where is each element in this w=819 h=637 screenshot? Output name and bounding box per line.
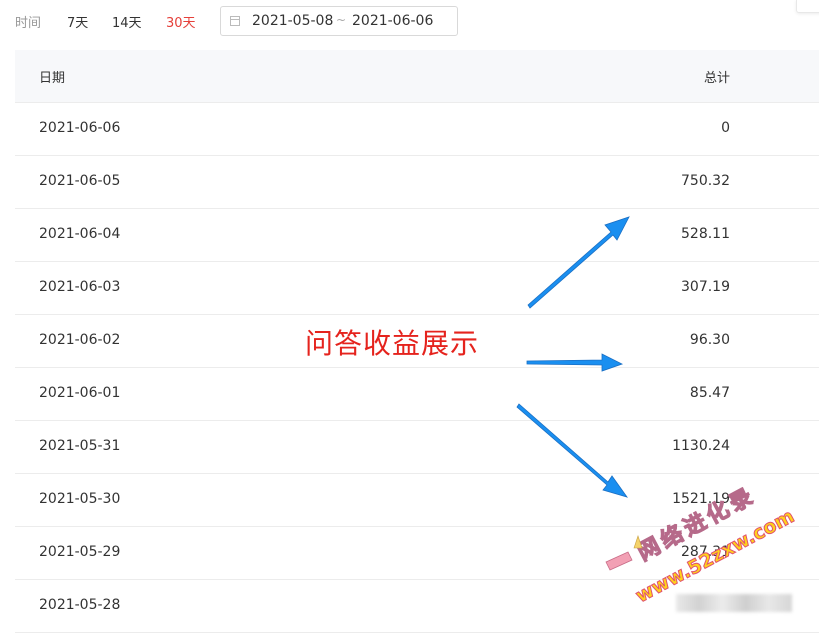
time-filter-label: 时间 <box>15 16 42 31</box>
start-date-value: 2021-05-08 <box>252 13 334 29</box>
row-date: 2021-05-29 <box>39 544 121 560</box>
row-date: 2021-05-30 <box>39 491 121 507</box>
range-tab-14-days[interactable]: 14天 <box>112 12 142 31</box>
table-row: 2021-06-03 307.19 <box>15 262 819 315</box>
column-header-total: 总计 <box>703 71 730 86</box>
row-total: 287.31 <box>681 544 730 560</box>
time-filter-bar: 时间 7天 14天 30天 2021-05-08 ~ 2021-06-06 <box>0 0 819 44</box>
row-total: 0 <box>721 120 730 136</box>
date-range-separator: ~ <box>336 13 347 27</box>
row-total: 528.11 <box>681 226 730 242</box>
table-header: 日期 总计 <box>15 50 819 103</box>
row-date: 2021-06-01 <box>39 385 121 401</box>
row-date: 2021-05-28 <box>39 597 121 613</box>
range-tab-7-days[interactable]: 7天 <box>67 12 88 31</box>
table-row: 2021-05-30 1521.19 <box>15 474 819 527</box>
row-date: 2021-06-05 <box>39 173 121 189</box>
row-date: 2021-06-06 <box>39 120 121 136</box>
end-date-value: 2021-06-06 <box>352 13 434 29</box>
row-total: 307.19 <box>681 279 730 295</box>
blurred-total-value <box>676 594 792 612</box>
table-row: 2021-06-06 0 <box>15 103 819 156</box>
row-total: 96.30 <box>689 332 730 348</box>
column-header-date: 日期 <box>39 71 66 86</box>
row-total: 750.32 <box>681 173 730 189</box>
row-date: 2021-06-03 <box>39 279 121 295</box>
annotation-label: 问答收益展示 <box>305 327 480 360</box>
row-total: 1521.19 <box>672 491 730 507</box>
table-row: 2021-06-05 750.32 <box>15 156 819 209</box>
table-row: 2021-06-04 528.11 <box>15 209 819 262</box>
corner-widget <box>796 0 819 13</box>
row-date: 2021-05-31 <box>39 438 121 454</box>
calendar-icon <box>230 16 240 26</box>
date-range-picker[interactable]: 2021-05-08 ~ 2021-06-06 <box>220 6 458 36</box>
range-tab-30-days[interactable]: 30天 <box>166 12 196 31</box>
row-total: 85.47 <box>689 385 730 401</box>
table-row: 2021-05-29 287.31 <box>15 527 819 580</box>
row-date: 2021-06-04 <box>39 226 121 242</box>
row-total: 1130.24 <box>672 438 730 454</box>
table-row: 2021-06-01 85.47 <box>15 368 819 421</box>
table-row: 2021-05-31 1130.24 <box>15 421 819 474</box>
row-date: 2021-06-02 <box>39 332 121 348</box>
